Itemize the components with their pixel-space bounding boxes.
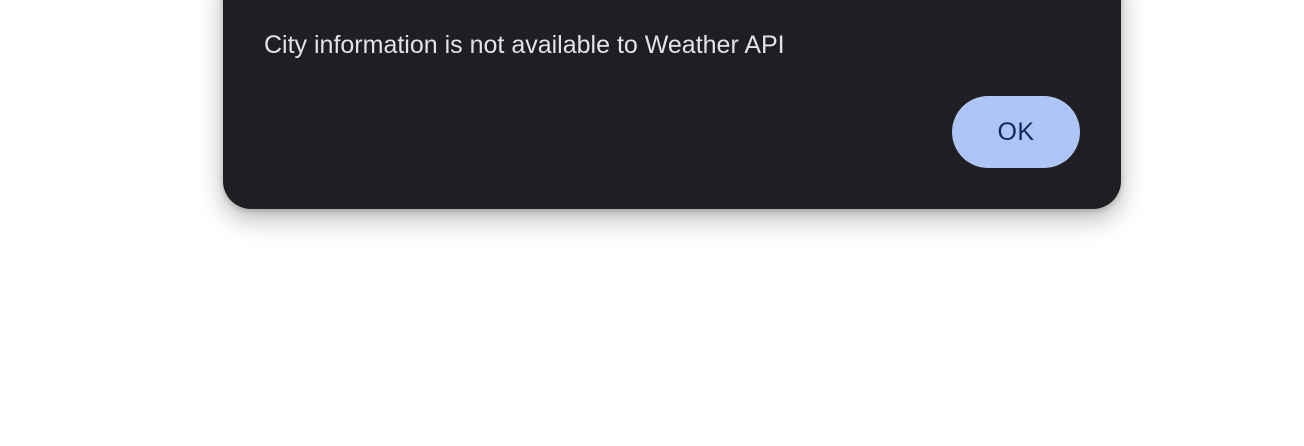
page-background: … City information is not available to W…	[0, 0, 1304, 446]
dialog-message: City information is not available to Wea…	[264, 31, 785, 59]
ok-button[interactable]: OK	[952, 96, 1080, 168]
alert-dialog: … City information is not available to W…	[223, 0, 1121, 209]
dialog-title: …	[264, 0, 290, 4]
